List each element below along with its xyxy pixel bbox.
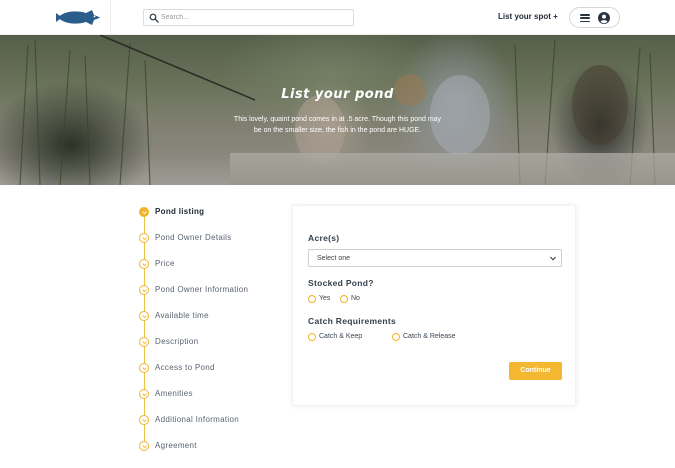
step-label: Access to Pond [155, 363, 215, 372]
stocked-pond-label: Stocked Pond? [308, 278, 374, 288]
radio-circle [308, 295, 316, 303]
step-chevron-icon [139, 233, 149, 243]
step-chevron-icon [139, 389, 149, 399]
step-pond-owner-information[interactable]: Pond Owner Information [139, 284, 289, 296]
radio-circle [340, 295, 348, 303]
account-menu-button[interactable] [569, 7, 620, 28]
pond-listing-form: Acre(s) Select one Stocked Pond? Yes No … [292, 205, 576, 406]
search-input[interactable] [161, 11, 349, 24]
list-your-spot-link[interactable]: List your spot + [498, 12, 558, 21]
listing-steps: Pond listing Pond Owner Details Price Po… [139, 205, 289, 468]
acres-label: Acre(s) [308, 233, 340, 243]
hero-description: This lovely, quaint pond comes in at .5 … [233, 116, 442, 134]
step-label: Agreement [155, 441, 197, 450]
hamburger-icon [580, 14, 590, 23]
chevron-down-icon [550, 256, 556, 261]
stocked-no-radio[interactable]: No [340, 295, 370, 305]
step-pond-listing[interactable]: Pond listing [139, 206, 289, 218]
step-chevron-icon [139, 311, 149, 321]
radio-label: Yes [319, 295, 331, 302]
catch-release-radio[interactable]: Catch & Release [392, 333, 472, 343]
stocked-yes-radio[interactable]: Yes [308, 295, 338, 305]
continue-button[interactable]: Continue [509, 362, 562, 380]
fish-logo-icon [56, 10, 100, 25]
step-chevron-icon [139, 259, 149, 269]
step-chevron-icon [139, 285, 149, 295]
search-bar[interactable] [143, 9, 354, 26]
radio-label: No [351, 295, 360, 302]
step-amenities[interactable]: Amenities [139, 388, 289, 400]
hero-banner: List your pond This lovely, quaint pond … [0, 35, 675, 185]
top-header: List your spot + [0, 0, 675, 35]
step-label: Available time [155, 311, 209, 320]
step-agreement[interactable]: Agreement [139, 440, 289, 452]
fishspot-logo[interactable] [56, 9, 102, 26]
catch-keep-radio[interactable]: Catch & Keep [308, 333, 378, 343]
step-label: Amenities [155, 389, 193, 398]
step-label: Price [155, 259, 175, 268]
radio-label: Catch & Release [403, 333, 456, 340]
step-label: Pond listing [155, 207, 205, 216]
hero-overlay [0, 35, 675, 185]
step-price[interactable]: Price [139, 258, 289, 270]
step-check-icon [139, 207, 149, 217]
search-icon [149, 13, 159, 23]
radio-label: Catch & Keep [319, 333, 363, 340]
step-chevron-icon [139, 441, 149, 451]
step-chevron-icon [139, 415, 149, 425]
user-circle-icon [598, 12, 610, 24]
step-pond-owner-details[interactable]: Pond Owner Details [139, 232, 289, 244]
step-additional-information[interactable]: Additional Information [139, 414, 289, 426]
step-access-to-pond[interactable]: Access to Pond [139, 362, 289, 374]
step-label: Description [155, 337, 199, 346]
radio-circle [392, 333, 400, 341]
step-description[interactable]: Description [139, 336, 289, 348]
catch-requirements-label: Catch Requirements [308, 316, 397, 326]
step-label: Pond Owner Details [155, 233, 232, 242]
step-chevron-icon [139, 337, 149, 347]
acres-select-value: Select one [317, 255, 351, 262]
step-label: Pond Owner Information [155, 285, 249, 294]
acres-select[interactable]: Select one [308, 249, 562, 267]
radio-circle [308, 333, 316, 341]
step-available-time[interactable]: Available time [139, 310, 289, 322]
step-chevron-icon [139, 363, 149, 373]
header-divider [110, 0, 111, 35]
hero-title: List your pond [281, 87, 394, 102]
step-label: Additional Information [155, 415, 239, 424]
